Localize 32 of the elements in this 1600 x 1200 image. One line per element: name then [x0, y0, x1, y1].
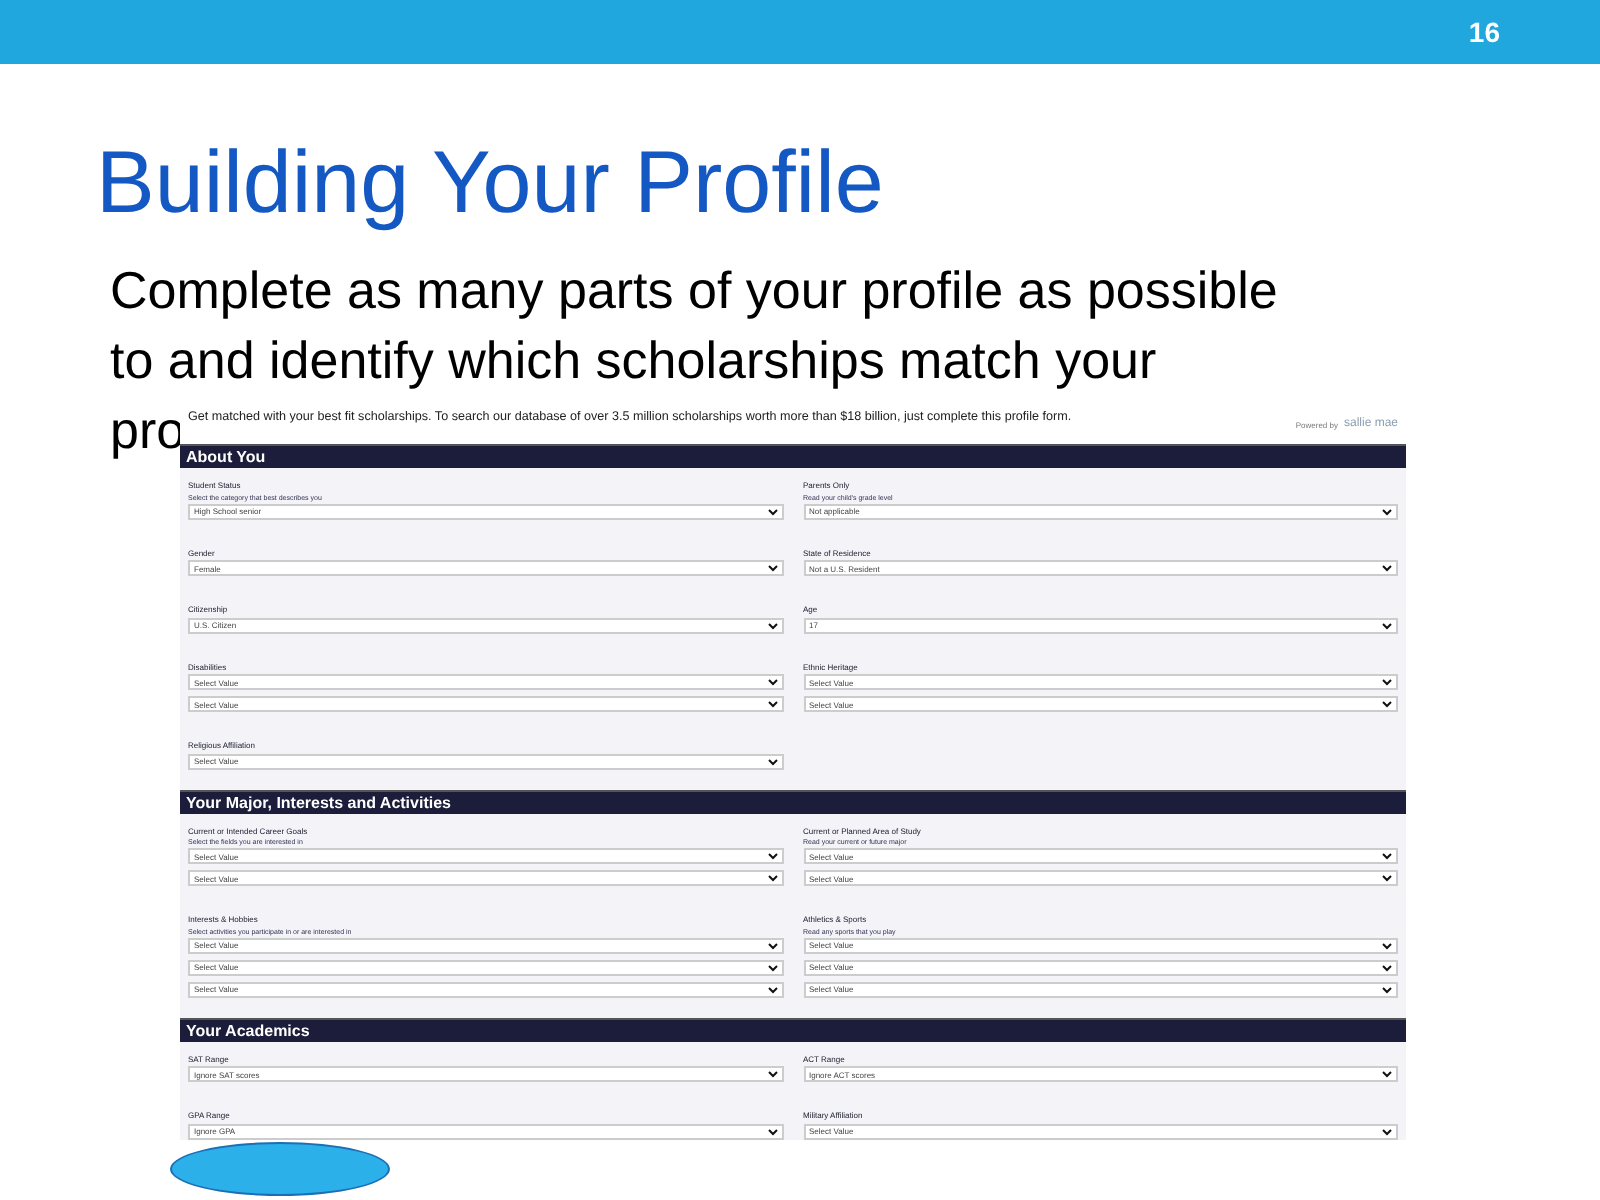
caret-icon [1382, 985, 1392, 993]
caret-icon [767, 941, 777, 949]
caret-icon [1382, 941, 1392, 949]
caret-icon [767, 852, 777, 860]
caret-icon [767, 874, 777, 882]
caret-icon [767, 963, 777, 971]
section-header: About You [180, 444, 1406, 468]
caret-icon [1382, 874, 1392, 882]
body-text-line: to and identify which scholarships match your [110, 328, 1159, 394]
section-header: Your Major, Interests and Activities [180, 789, 1406, 813]
slide-number: 16 [1468, 16, 1500, 48]
caret-icon [1382, 700, 1392, 708]
section-header: Your Academics [180, 1017, 1406, 1041]
caret-icon [1382, 564, 1392, 572]
caret-icon [1382, 852, 1392, 860]
caret-icon [767, 700, 777, 708]
caret-icon [767, 621, 777, 629]
caret-icon [767, 507, 777, 515]
slide-title: Building Your Profile [96, 140, 884, 228]
caret-icon [1382, 507, 1392, 515]
caret-icon [1382, 1070, 1392, 1078]
caret-icon [1382, 963, 1392, 971]
caret-icon [767, 1070, 777, 1078]
caret-icon [767, 757, 777, 765]
caret-icon [767, 1127, 777, 1135]
body-text-line: Complete as many parts of your profile as possible [110, 258, 1280, 324]
caret-icon [767, 564, 777, 572]
caret-icon [1382, 1127, 1392, 1135]
caret-icon [1382, 621, 1392, 629]
caret-icon [767, 678, 777, 686]
caret-icon [767, 985, 777, 993]
caret-icon [1382, 678, 1392, 686]
